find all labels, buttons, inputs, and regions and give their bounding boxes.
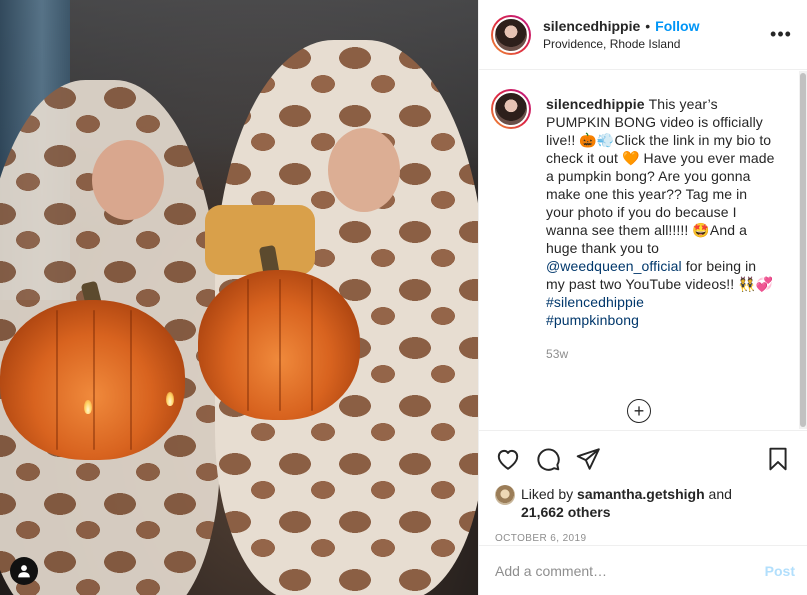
heart-icon[interactable] — [495, 439, 535, 479]
add-comment-bar: Post — [479, 545, 807, 595]
photo-pillow — [205, 205, 315, 275]
caption-hashtag-silencedhippie[interactable]: #silencedhippie — [546, 294, 644, 310]
likes-text: Liked by samantha.getshigh and 21,662 oth… — [521, 485, 732, 521]
photo-pumpkin-right — [198, 270, 360, 420]
comment-input[interactable] — [495, 562, 765, 579]
header-separator: • — [645, 17, 651, 34]
caption-hashtag-pumpkinbong[interactable]: #pumpkinbong — [546, 312, 639, 328]
likes-summary: Liked by samantha.getshigh and 21,662 oth… — [495, 485, 791, 521]
comments-area: silencedhippie This year’s PUMPKIN BONG v… — [479, 71, 807, 429]
post-sidebar: silencedhippie • Follow Providence, Rhod… — [478, 0, 807, 595]
liked-by-prefix: Liked by — [521, 486, 578, 502]
follow-button[interactable]: Follow — [655, 17, 699, 35]
header-username[interactable]: silencedhippie — [543, 17, 640, 35]
photo-face-right — [328, 128, 400, 212]
comment-icon[interactable] — [535, 439, 575, 479]
liked-by-user[interactable]: samantha.getshigh — [577, 486, 705, 502]
caption-avatar[interactable] — [491, 89, 531, 129]
post-comment-button[interactable]: Post — [765, 563, 795, 579]
plus-circle-icon[interactable]: + — [627, 399, 651, 423]
caption-mention-link[interactable]: @weedqueen_official — [546, 258, 682, 274]
header-location[interactable]: Providence, Rhode Island — [543, 35, 769, 53]
more-options-icon[interactable]: ••• — [769, 23, 793, 47]
photo-face-left — [92, 140, 164, 220]
action-icons-row — [495, 439, 791, 479]
likes-count[interactable]: 21,662 others — [521, 504, 611, 520]
caption-timestamp[interactable]: 53w — [546, 345, 778, 363]
liked-by-and: and — [704, 486, 732, 502]
header-meta: silencedhippie • Follow Providence, Rhod… — [543, 17, 769, 53]
photo-lighter-flame-right — [166, 392, 174, 406]
photo-lighter-flame-left — [84, 400, 92, 414]
share-icon[interactable] — [575, 439, 615, 479]
liker-avatar[interactable] — [495, 485, 515, 505]
bookmark-icon[interactable] — [751, 439, 791, 479]
comments-scrollbar[interactable] — [799, 71, 807, 429]
caption-comment: silencedhippie This year’s PUMPKIN BONG v… — [491, 89, 791, 363]
post-header: silencedhippie • Follow Providence, Rhod… — [479, 0, 807, 70]
scrollbar-thumb[interactable] — [800, 73, 806, 427]
caption-username[interactable]: silencedhippie — [546, 96, 645, 112]
caption-body: silencedhippie This year’s PUMPKIN BONG v… — [546, 95, 778, 363]
post-date[interactable]: OCTOBER 6, 2019 — [495, 533, 791, 544]
post-photo[interactable] — [0, 0, 478, 595]
photo-pumpkin-left — [0, 300, 185, 460]
user-tag-icon[interactable] — [10, 557, 38, 585]
post-actions: Liked by samantha.getshigh and 21,662 oth… — [479, 430, 807, 544]
caption-text-part1: This year’s PUMPKIN BONG video is offici… — [546, 96, 775, 256]
avatar[interactable] — [491, 14, 531, 55]
